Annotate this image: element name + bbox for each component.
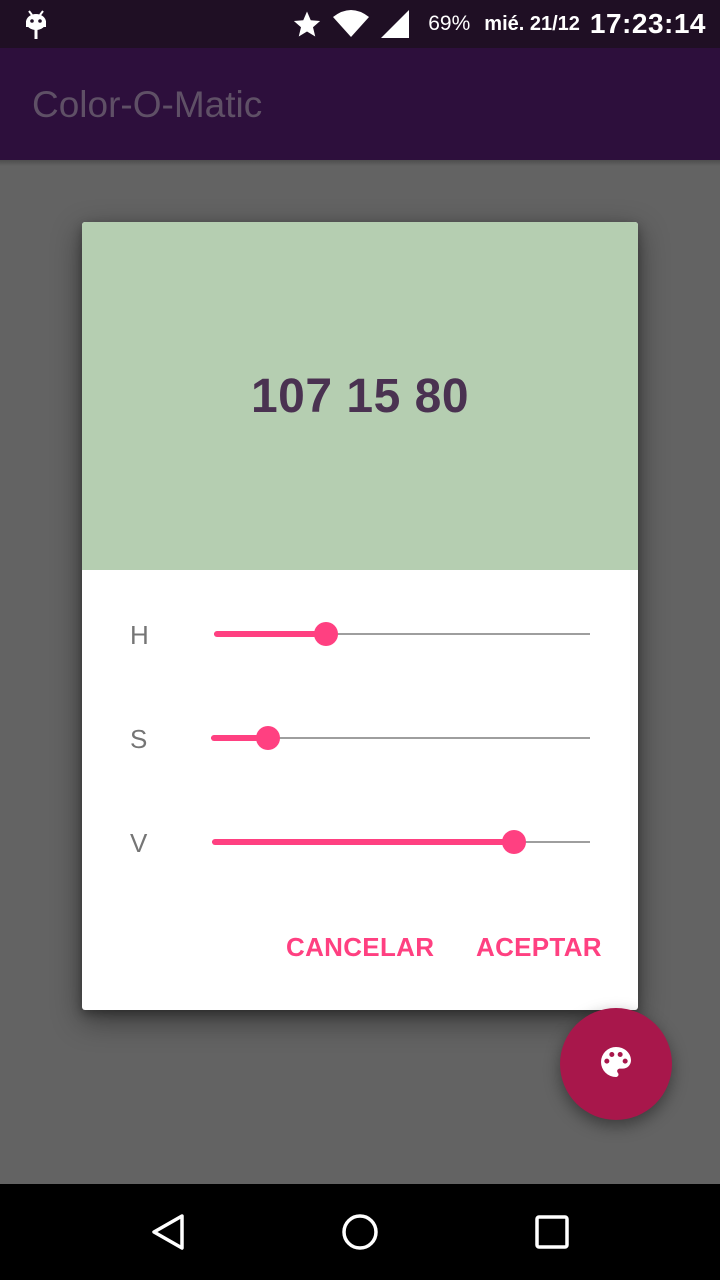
slider-label-h: H xyxy=(130,620,149,650)
slider-row-h: H xyxy=(82,604,638,664)
color-values-text: 107 15 80 xyxy=(250,369,470,423)
slider-label-s: S xyxy=(130,724,148,754)
wifi-icon xyxy=(332,9,370,39)
palette-fab-button[interactable] xyxy=(560,1008,672,1120)
android-debug-icon xyxy=(24,8,48,45)
value-slider[interactable] xyxy=(212,830,590,854)
value-slider-thumb[interactable] xyxy=(502,830,527,854)
signal-icon xyxy=(380,9,410,39)
hue-slider-thumb[interactable] xyxy=(313,622,338,646)
slider-row-s: S xyxy=(82,708,638,768)
app-title: Color-O-Matic xyxy=(32,84,263,125)
hsv-color-dialog: 107 15 80 H S V CANCELAR ACEPTAR xyxy=(82,222,638,1010)
recents-icon[interactable] xyxy=(532,1212,572,1257)
palette-icon xyxy=(596,1042,636,1087)
saturation-slider-thumb[interactable] xyxy=(255,726,280,750)
value-slider-fill xyxy=(212,839,515,845)
status-bar: 69% mié. 21/12 17:23:14 xyxy=(0,0,720,48)
status-time: 17:23:14 xyxy=(589,8,706,39)
saturation-slider[interactable] xyxy=(211,726,590,750)
slider-label-v: V xyxy=(130,828,148,858)
battery-percent: 69% xyxy=(428,12,471,35)
app-bar: Color-O-Matic xyxy=(0,48,720,160)
back-icon[interactable] xyxy=(148,1212,188,1257)
slider-row-v: V xyxy=(82,812,638,872)
color-preview: 107 15 80 xyxy=(82,222,638,570)
hue-slider-fill xyxy=(214,631,326,637)
accept-button[interactable]: ACEPTAR xyxy=(476,922,602,972)
home-icon[interactable] xyxy=(340,1212,380,1257)
app-bar-shadow xyxy=(0,160,720,166)
system-nav-bar xyxy=(0,1184,720,1280)
status-date: mié. 21/12 xyxy=(484,12,580,35)
hue-slider[interactable] xyxy=(214,622,590,646)
status-indicators: 69% mié. 21/12 17:23:14 xyxy=(292,0,706,48)
cancel-button[interactable]: CANCELAR xyxy=(286,922,434,972)
dialog-actions: CANCELAR ACEPTAR xyxy=(82,922,638,972)
star-icon xyxy=(292,9,322,39)
